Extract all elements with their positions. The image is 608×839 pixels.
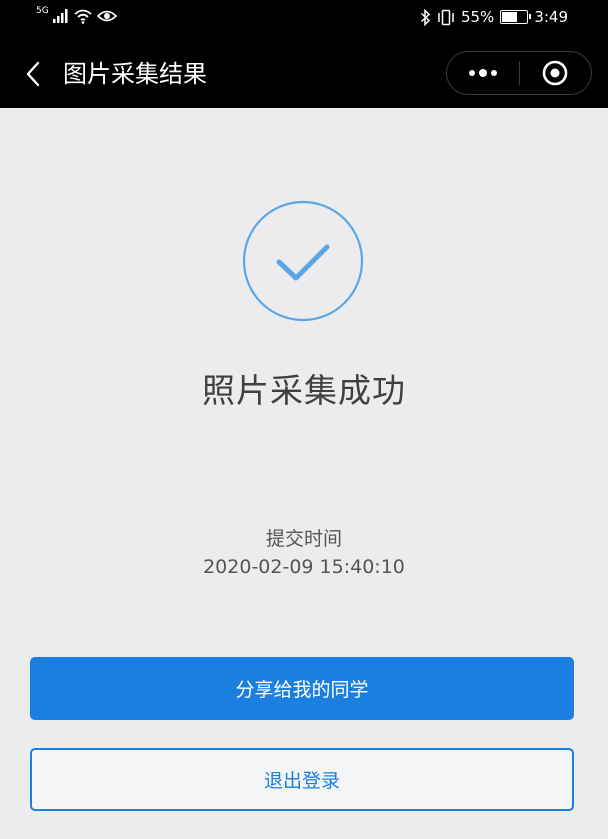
logout-button[interactable]: 退出登录: [30, 748, 574, 811]
submit-time-value: 2020-02-09 15:40:10: [203, 556, 405, 578]
mini-program-capsule: [446, 51, 592, 95]
result-title: 照片采集成功: [202, 371, 406, 410]
logout-button-label: 退出登录: [263, 770, 340, 792]
status-bar: 5G 55% 3:49: [0, 0, 608, 40]
submit-time-label: 提交时间: [265, 528, 342, 550]
eye-icon: [96, 10, 117, 22]
status-right: 55% 3:49: [420, 8, 568, 26]
battery-percent: 55%: [460, 8, 495, 26]
more-dots-icon: [468, 69, 497, 77]
nav-bar: 图片采集结果: [0, 40, 608, 108]
page-title: 图片采集结果: [63, 60, 207, 88]
wifi-icon: [74, 9, 92, 24]
battery-icon: [500, 10, 532, 24]
target-circle-icon: [542, 60, 568, 86]
check-circle-icon: [242, 200, 364, 322]
status-left: 5G: [36, 6, 117, 24]
back-button[interactable]: [18, 56, 48, 92]
share-button-label: 分享给我的同学: [235, 679, 369, 701]
bluetooth-icon: [420, 8, 431, 26]
share-button[interactable]: 分享给我的同学: [30, 657, 574, 720]
vibrate-icon: [438, 9, 454, 25]
status-time: 3:49: [534, 8, 568, 26]
more-button[interactable]: [447, 52, 519, 94]
battery-level-fill: [502, 12, 517, 22]
back-arrow-icon: [26, 61, 40, 87]
close-mini-program-button[interactable]: [520, 52, 592, 94]
signal-icon: [52, 9, 68, 23]
network-type-label: 5G: [36, 6, 49, 16]
